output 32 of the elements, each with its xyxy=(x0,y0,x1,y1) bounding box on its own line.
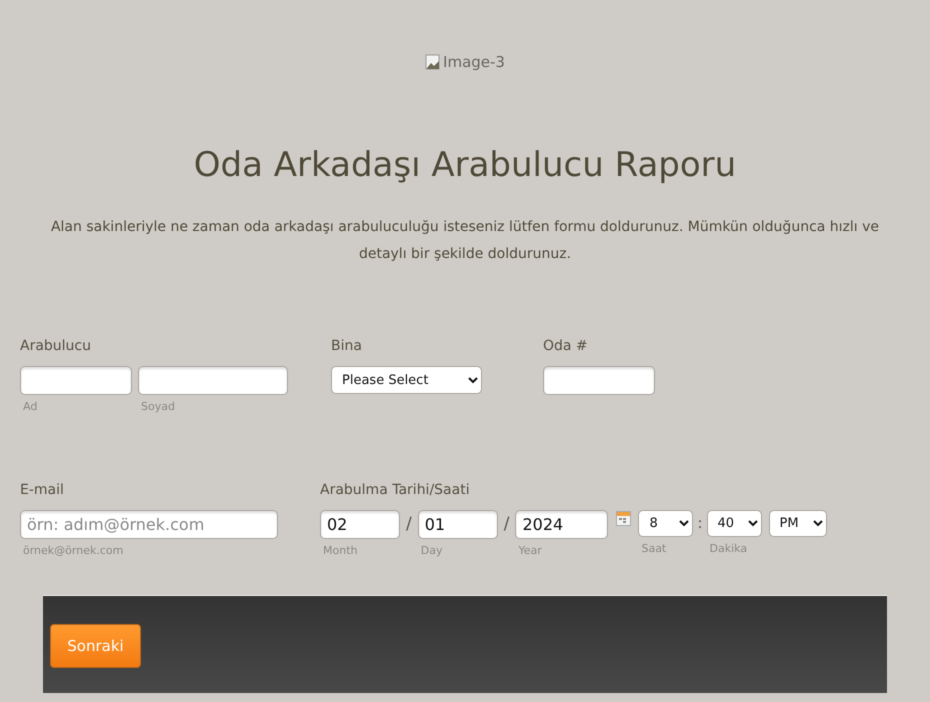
field-label: E-mail xyxy=(20,481,65,500)
broken-image: Image-3 xyxy=(425,52,505,72)
time-separator: : xyxy=(697,513,703,534)
minute-dropdown[interactable]: 40 xyxy=(706,510,762,537)
broken-image-icon xyxy=(425,54,442,70)
form-title: Oda Arkadaşı Arabulucu Raporu xyxy=(192,144,738,187)
hour-dropdown[interactable]: 8 xyxy=(638,510,694,537)
last-name-field[interactable] xyxy=(138,366,288,395)
day-field[interactable]: 01 xyxy=(418,510,498,539)
field-sublabel: Month xyxy=(322,544,358,558)
month-field[interactable]: 02 xyxy=(320,510,400,539)
date-separator: / xyxy=(504,513,510,536)
ampm-dropdown[interactable]: PM xyxy=(768,510,827,537)
building-dropdown[interactable]: Please Select xyxy=(331,366,482,394)
field-sublabel: Dakika xyxy=(708,542,748,556)
field-sublabel: Soyad xyxy=(140,400,176,414)
field-sublabel: örnek@örnek.com xyxy=(22,544,124,558)
calendar-icon[interactable] xyxy=(616,511,632,526)
field-label: Arabulma Tarihi/Saati xyxy=(320,481,471,500)
field-label: Oda # xyxy=(543,337,589,356)
room-field[interactable] xyxy=(543,366,655,395)
field-label: Bina xyxy=(331,337,363,356)
form-description: Alan sakinleriyle ne zaman oda arkadaşı arabuluculuğu isteseniz lütfen formu doldurunuz. Mümkün olduğunca hızlı ve detaylı bir şekilde doldurunuz. xyxy=(50,218,880,264)
field-sublabel: Saat xyxy=(640,542,668,556)
date-separator: / xyxy=(406,513,412,536)
year-field[interactable]: 2024 xyxy=(515,510,608,539)
field-sublabel: Ad xyxy=(22,400,38,414)
field-label: Arabulucu xyxy=(20,337,92,356)
email-field[interactable]: örn: adım@örnek.com xyxy=(20,510,278,539)
field-sublabel: Year xyxy=(517,544,543,558)
first-name-field[interactable] xyxy=(20,366,132,395)
field-sublabel: Day xyxy=(420,544,444,558)
